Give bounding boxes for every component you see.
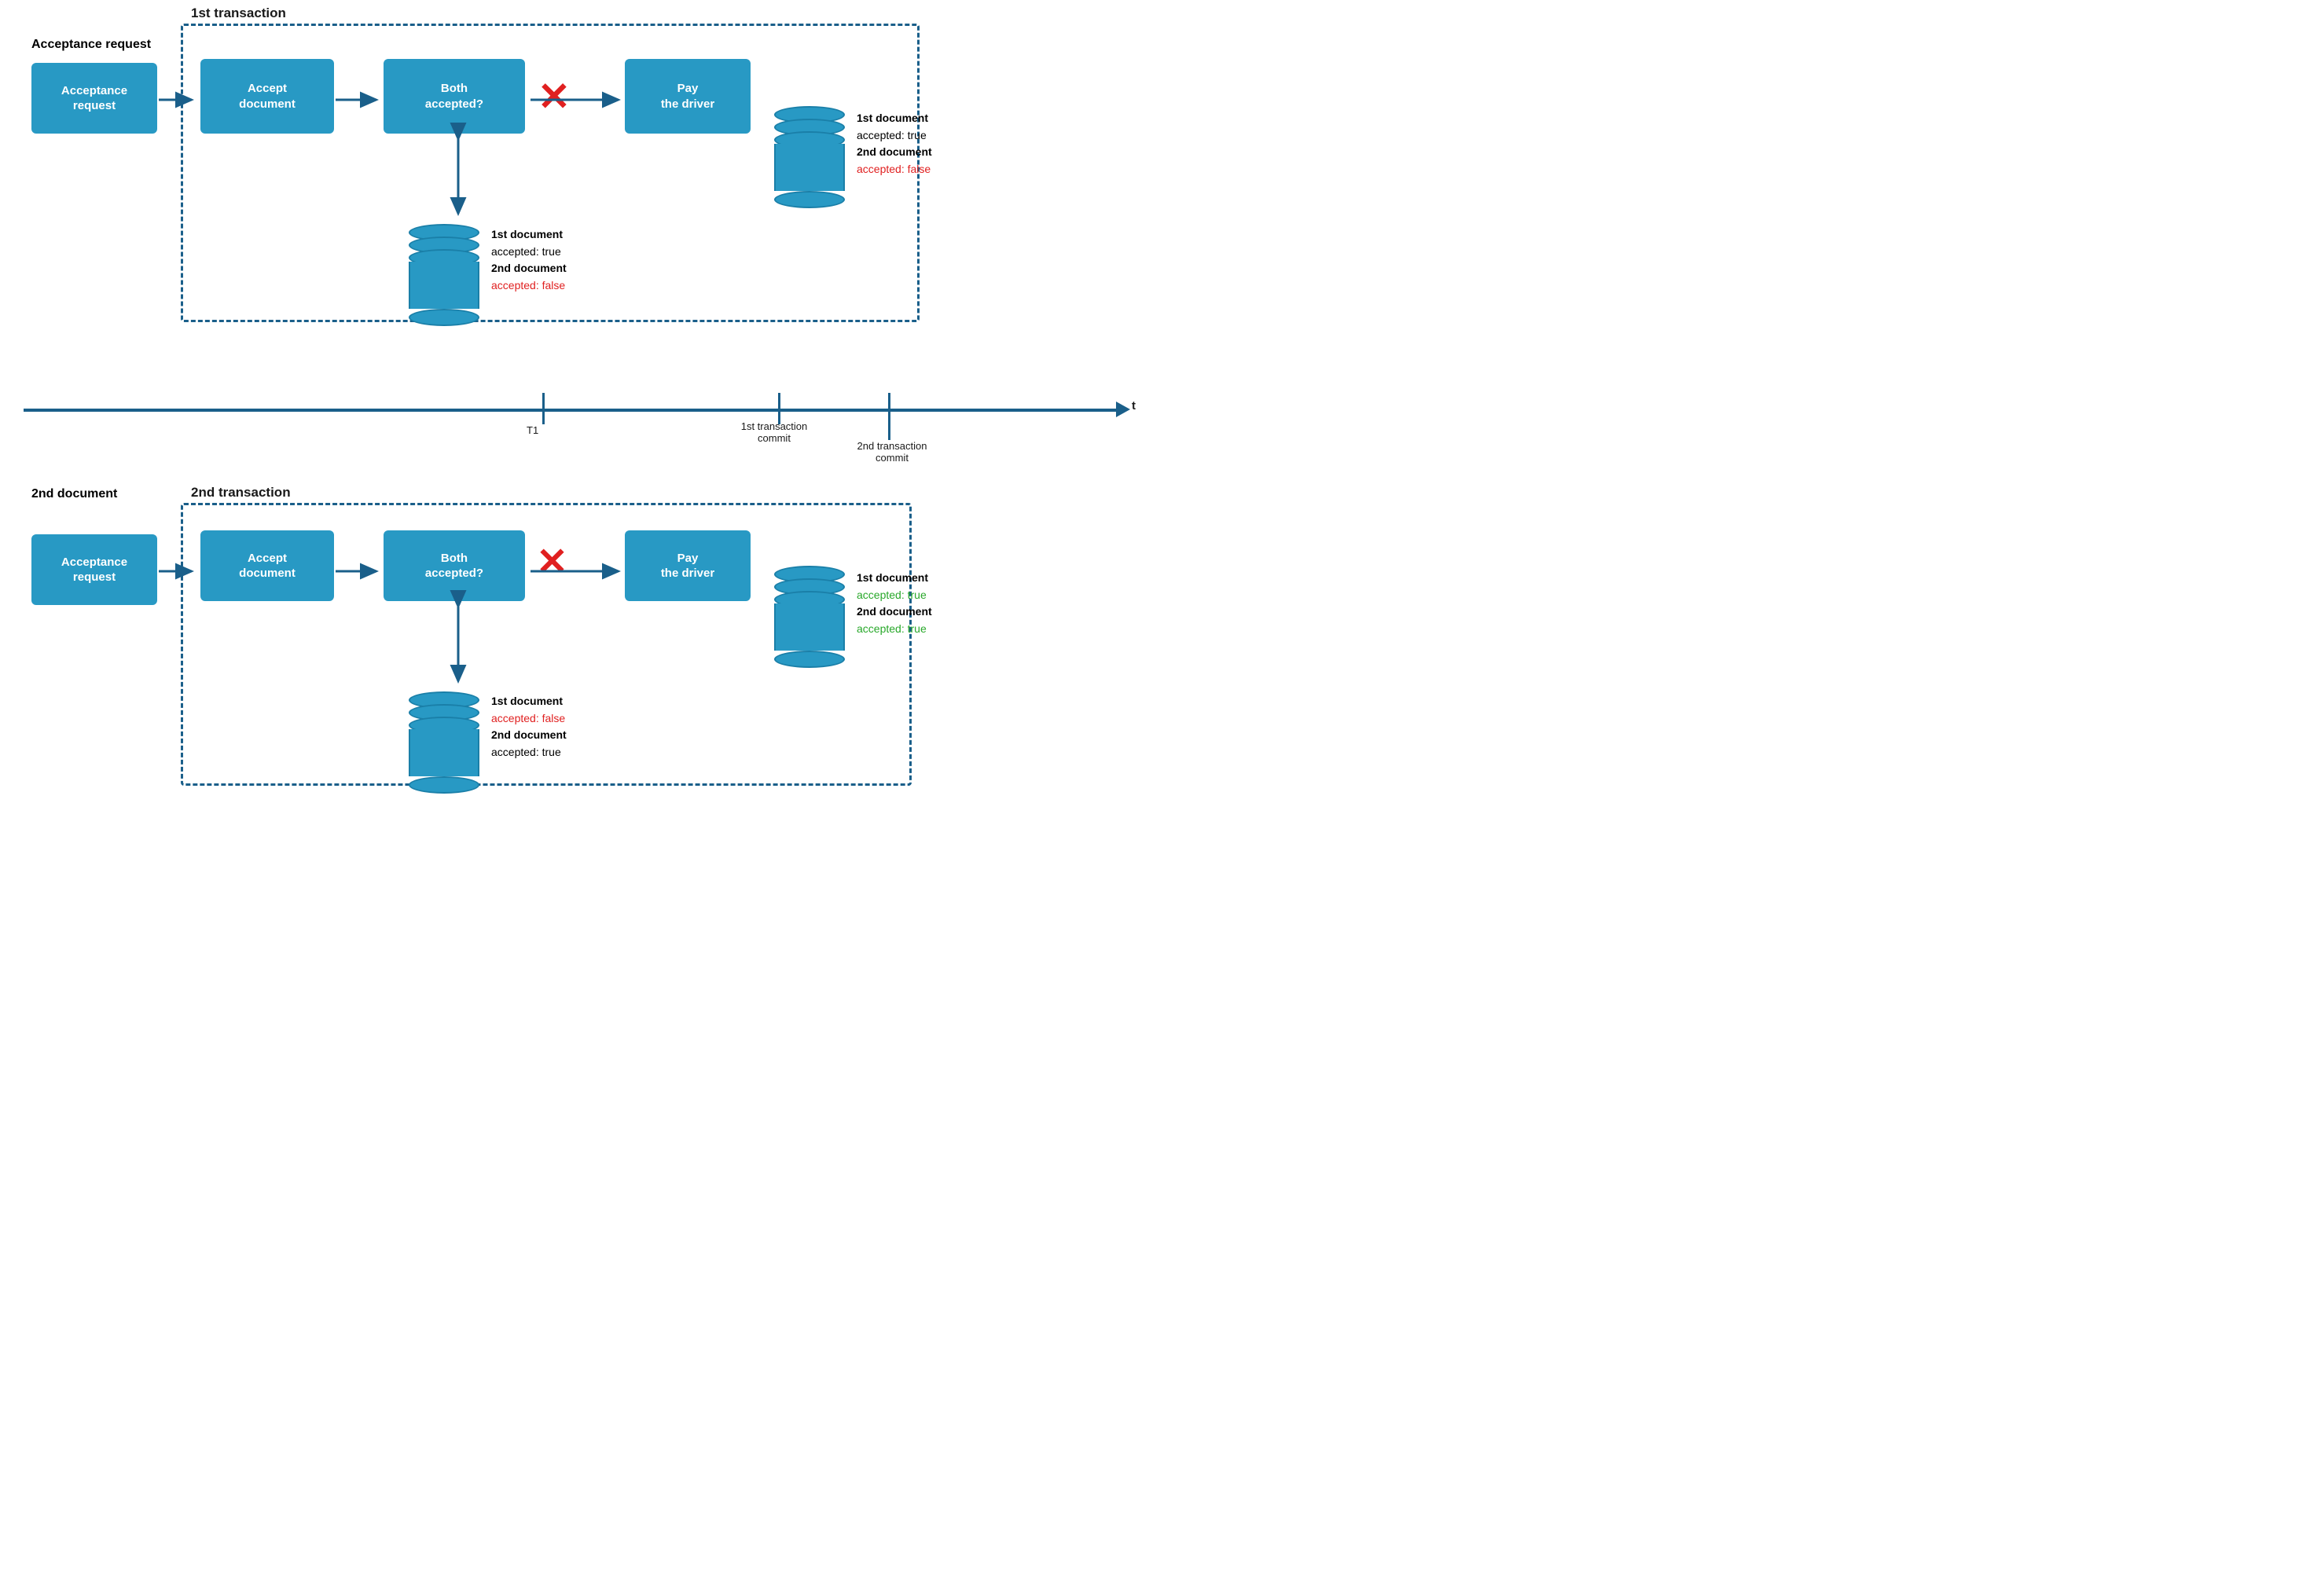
t2-inner-state: 1st document accepted: false 2nd documen…: [491, 693, 567, 761]
commit1-label: 1st transactioncommit: [727, 420, 821, 444]
commit1-tick: [778, 393, 780, 424]
t1-inner-state: 1st document accepted: true 2nd document…: [491, 226, 567, 295]
t2-arrow2: [336, 564, 383, 578]
t1-inner-db: [409, 224, 479, 321]
transaction2-label: 2nd transaction: [191, 485, 291, 501]
t1-tick: [542, 393, 545, 424]
t1-acceptance-box: Acceptancerequest: [31, 63, 157, 134]
t2-outer-state: 1st document accepted: true 2nd document…: [857, 570, 932, 638]
t1-label: T1: [527, 424, 538, 436]
t2-pay-driver-box: Paythe driver: [625, 530, 751, 601]
commit2-label: 2nd transactioncommit: [841, 440, 943, 464]
doc2-label: 2nd document: [31, 487, 117, 501]
t2-db-arrow: [446, 603, 470, 689]
t2-accept-doc-box: Acceptdocument: [200, 530, 334, 601]
t1-db-arrow: [446, 135, 470, 222]
t1-pay-driver-box: Paythe driver: [625, 59, 751, 134]
timeline-bar: [24, 409, 1116, 412]
t1-accept-doc-box: Acceptdocument: [200, 59, 334, 134]
diagram-container: Acceptance request 1st transaction Accep…: [24, 16, 1140, 778]
t1-arrow2: [336, 93, 383, 107]
t1-outer-state: 1st document accepted: true 2nd document…: [857, 110, 932, 178]
t2-arrow1: [159, 564, 198, 578]
t1-both-accepted-box: Bothaccepted?: [384, 59, 525, 134]
t2-cross-mark: ✕: [531, 539, 574, 586]
doc1-label: Acceptance request: [31, 38, 151, 52]
t1-arrow1: [159, 93, 198, 107]
t2-both-accepted-box: Bothaccepted?: [384, 530, 525, 601]
timeline-arrowhead: [1116, 402, 1130, 417]
t2-outer-db: [774, 566, 845, 663]
commit2-tick: [888, 393, 890, 440]
t2-arrow3: [531, 564, 625, 578]
transaction1-label: 1st transaction: [191, 6, 286, 21]
t1-arrow3: [531, 93, 625, 107]
t2-acceptance-box: Acceptancerequest: [31, 534, 157, 605]
t2-inner-db: [409, 691, 479, 789]
t1-outer-db: [774, 106, 845, 204]
t-label: t: [1132, 399, 1136, 413]
